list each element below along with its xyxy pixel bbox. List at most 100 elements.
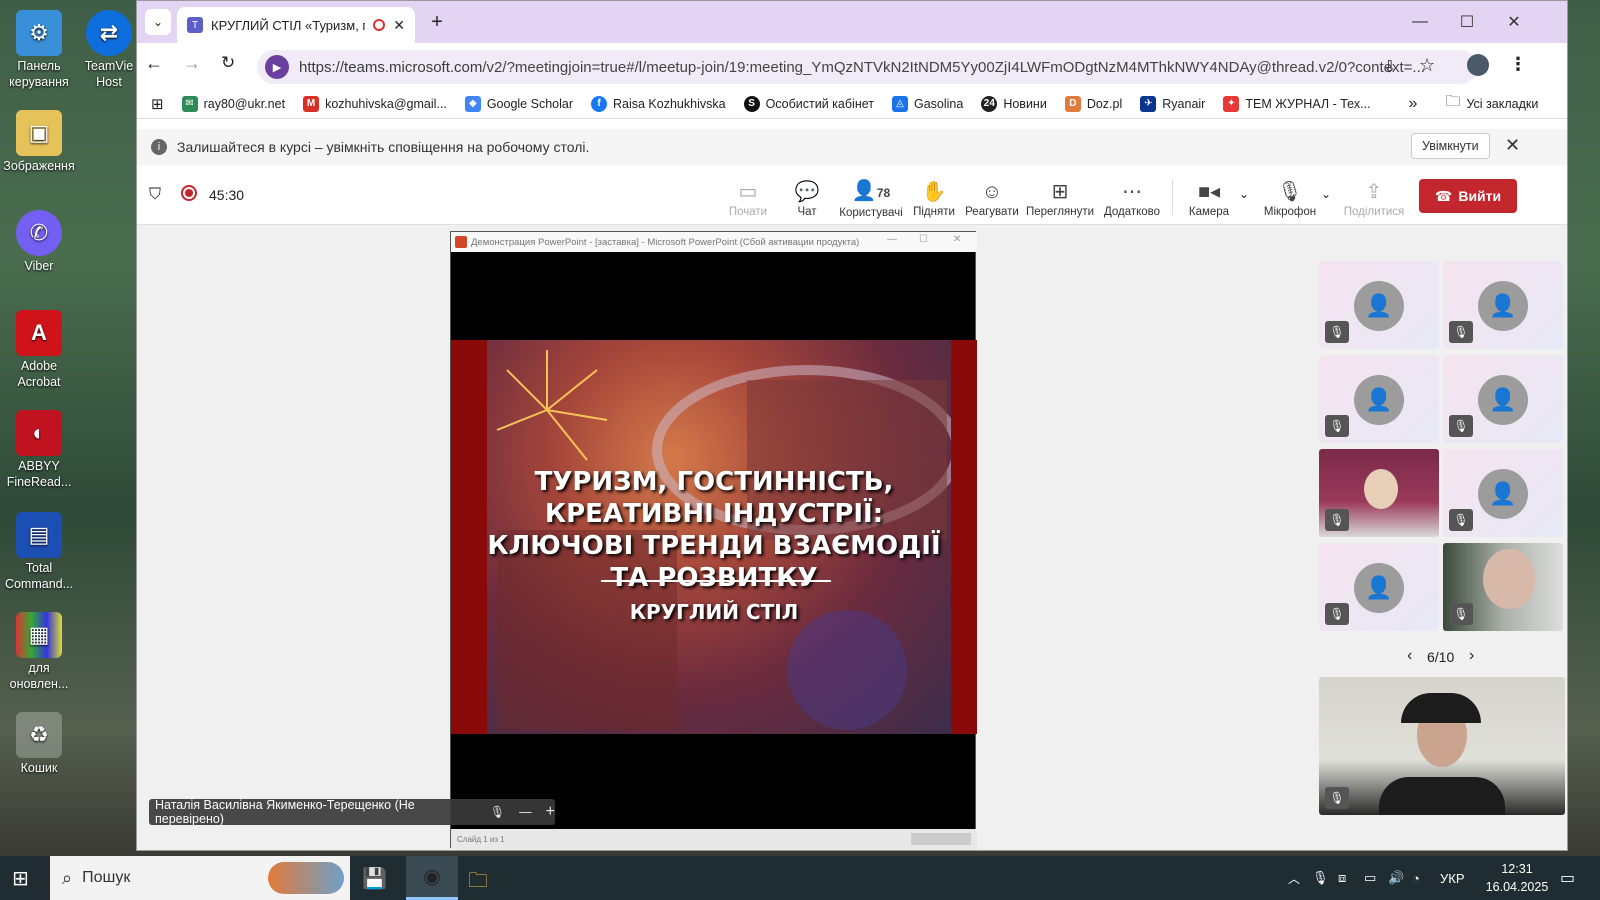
slide-title-line: КЛЮЧОВІ ТРЕНДИ ВЗАЄМОДІЇ [487, 531, 941, 561]
self-video-hair [1401, 693, 1481, 723]
bookmark-item[interactable]: f Raisa Kozhukhivska [591, 95, 726, 112]
cabinet-icon: S [743, 95, 760, 112]
desktop-icon-total-commander[interactable]: ▤ Total Command... [2, 512, 76, 592]
tray-battery-icon[interactable]: ▭ [1364, 856, 1376, 900]
next-page-icon[interactable]: › [1469, 647, 1474, 665]
desktop-icon-acrobat[interactable]: A Adobe Acrobat [2, 310, 76, 390]
camera-button[interactable]: ■◂ Камера [1179, 173, 1239, 225]
back-icon[interactable]: ← [145, 53, 163, 74]
chat-button[interactable]: 💬 Чат [782, 173, 832, 225]
participant-video-tile[interactable]: 🎙 [1443, 543, 1563, 631]
desktop-icon-pictures[interactable]: ▣ Зображення [2, 110, 76, 174]
desktop-icon-viber[interactable]: ✆ Viber [2, 210, 76, 274]
bookmark-item[interactable]: S Особистий кабінет [743, 95, 874, 112]
bookmark-item[interactable]: ✈ Ryanair [1140, 95, 1205, 112]
bookmark-item[interactable]: D Doz.pl [1064, 95, 1122, 112]
bookmark-item[interactable]: ◬ Gasolina [891, 95, 963, 112]
tray-device-icon[interactable]: ⧈ [1338, 856, 1346, 900]
tray-volume-icon[interactable]: 🔊 [1388, 856, 1404, 900]
muted-icon: 🎙 [1449, 415, 1473, 437]
participant-tile[interactable]: 👤 🎙 [1319, 543, 1439, 631]
slide-title-line: ТУРИЗМ, ГОСТИННІСТЬ, [534, 467, 894, 497]
bookmark-item[interactable]: ◆ Google Scholar [464, 95, 573, 112]
tray-mic-icon[interactable]: 🎙 [1312, 856, 1329, 900]
participant-tile[interactable]: 👤 🎙 [1443, 355, 1563, 443]
desktop-icon-archive[interactable]: ▦ для оновлен... [2, 612, 76, 692]
participant-tile[interactable]: 👤 🎙 [1443, 261, 1563, 349]
camera-options-chevron-icon[interactable]: ⌄ [1239, 187, 1249, 201]
slide-subtitle: КРУГЛИЙ СТІЛ [629, 600, 799, 624]
all-bookmarks-button[interactable]: 🗀 Усі закладки [1445, 91, 1538, 116]
share-button[interactable]: ⇪ Поділитися [1339, 173, 1409, 225]
tray-clock[interactable]: 12:31 16.04.2025 [1476, 860, 1558, 896]
participant-video-tile[interactable]: 🎙 [1319, 449, 1439, 537]
slide-title-line: ТА РОЗВИТКУ [610, 563, 818, 593]
desktop-icon-teamviewer[interactable]: ⇄ TeamVie Host [80, 10, 138, 90]
news-icon: 24 [981, 95, 998, 112]
react-button[interactable]: ☺ Реагувати [961, 173, 1023, 225]
more-button[interactable]: ⋯ Додатково [1097, 173, 1167, 225]
self-video-body [1379, 777, 1505, 815]
tray-network-icon[interactable]: ◔ [1412, 856, 1420, 900]
taskbar-save-icon[interactable]: 💾 [362, 866, 387, 891]
zoom-out-icon[interactable]: — [519, 805, 532, 819]
self-view-video[interactable]: 🎙 [1319, 677, 1565, 815]
close-banner-icon[interactable]: ✕ [1505, 135, 1520, 156]
notifications-icon[interactable]: ▭ [1560, 856, 1575, 900]
taskbar-explorer-icon[interactable]: 🗀 [468, 866, 488, 900]
ppt-window-title: Демонстрация PowerPoint - [заставка] - M… [471, 236, 860, 248]
reload-icon[interactable]: ↻ [221, 53, 235, 73]
pictures-folder-icon: ▣ [16, 110, 62, 156]
new-tab-icon[interactable]: + [423, 9, 451, 35]
muted-icon: 🎙 [1325, 509, 1349, 531]
desktop-icon-control-panel[interactable]: ⚙ Панель керування [2, 10, 76, 90]
profile-avatar[interactable] [1467, 54, 1489, 76]
desktop-icon-recycle-bin[interactable]: ♻ Кошик [2, 712, 76, 776]
minimize-icon[interactable]: — [1405, 9, 1435, 35]
taskbar-search[interactable]: ⌕ Пошук [50, 856, 350, 900]
address-bar[interactable]: ▶ https://teams.microsoft.com/v2/?meetin… [257, 50, 1477, 84]
tab-teams-meeting[interactable]: T КРУГЛИЙ СТІЛ «Туризм, го ✕ [177, 7, 415, 43]
participant-tile[interactable]: 👤 🎙 [1319, 355, 1439, 443]
folder-icon: 🗀 [1445, 93, 1461, 110]
enable-notifications-button[interactable]: Увімкнути [1411, 133, 1490, 159]
zoom-in-icon[interactable]: + [546, 803, 555, 821]
tray-expand-icon[interactable]: ︿ [1288, 856, 1300, 900]
whiteboard-icon: ▭ [738, 180, 758, 203]
desktop-icon-abbyy[interactable]: ◐ ABBYY FineRead... [2, 410, 76, 490]
windows-start-icon[interactable]: ⊞ [12, 866, 29, 891]
start-button[interactable]: ▭ Почати [723, 173, 773, 225]
presenter-mic-muted-icon: 🎙 [489, 805, 506, 819]
bookmark-item[interactable]: ✉ ray80@ukr.net [181, 95, 285, 112]
ppt-close-icon: ✕ [953, 234, 962, 245]
bookmark-item[interactable]: ✦ ТЕМ ЖУРНАЛ - Тех... [1223, 95, 1371, 112]
people-button[interactable]: 👤78 Користувачі [835, 173, 907, 225]
site-info-icon[interactable]: ▶ [265, 55, 289, 79]
browser-menu-icon[interactable]: ⋮ [1509, 54, 1527, 75]
microphone-button[interactable]: 🎙 Мікрофон [1257, 173, 1323, 225]
tab-search-chevron-icon[interactable]: ⌄ [145, 9, 171, 35]
participant-tile[interactable]: 👤 🎙 [1319, 261, 1439, 349]
maximize-icon[interactable]: ☐ [1452, 9, 1482, 35]
taskbar-chrome-icon[interactable]: ◉ [406, 856, 458, 900]
bookmark-item[interactable]: Mkozhuhivska@gmail... [303, 95, 447, 112]
participant-tile[interactable]: 👤 🎙 [1443, 449, 1563, 537]
more-bookmarks-button[interactable]: » [1409, 95, 1418, 113]
prev-page-icon[interactable]: ‹ [1407, 647, 1412, 665]
bookmark-item[interactable]: 24 Новини [981, 95, 1047, 112]
chat-icon: 💬 [794, 180, 820, 203]
apps-grid-icon[interactable]: ⊞ [151, 95, 164, 113]
search-icon: ⌕ [62, 867, 73, 888]
bookmark-star-icon[interactable]: ☆ [1419, 55, 1435, 76]
leave-button[interactable]: ☎ Вийти [1419, 179, 1517, 213]
view-button[interactable]: ⊞ Переглянути [1025, 173, 1095, 225]
people-icon: 👤78 [851, 179, 891, 202]
mic-options-chevron-icon[interactable]: ⌄ [1321, 187, 1331, 201]
close-tab-icon[interactable]: ✕ [393, 17, 405, 34]
window-close-icon[interactable]: ✕ [1499, 9, 1529, 35]
install-app-icon[interactable]: ⇩ [1383, 57, 1396, 77]
tray-language[interactable]: УКР [1440, 856, 1465, 900]
teamviewer-icon: ⇄ [86, 10, 132, 56]
raise-hand-button[interactable]: ✋ Підняти [909, 173, 959, 225]
forward-icon[interactable]: → [183, 53, 201, 74]
